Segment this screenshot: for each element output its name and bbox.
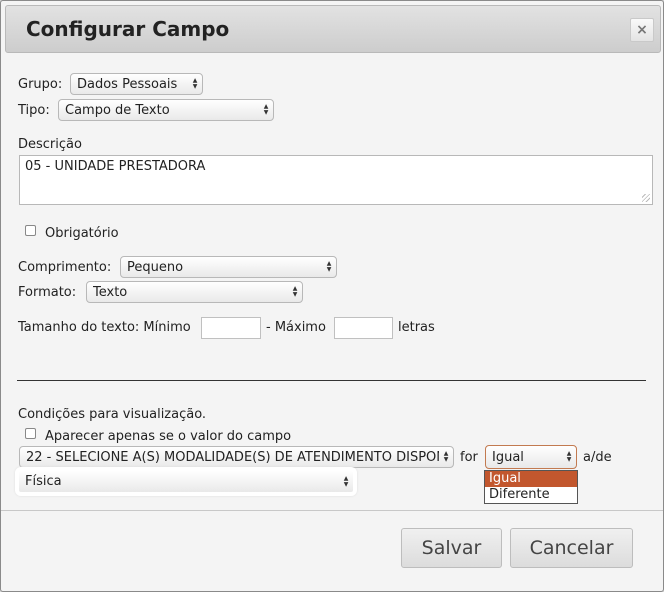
grupo-label: Grupo: bbox=[18, 77, 63, 92]
obrigatorio-label: Obrigatório bbox=[45, 226, 119, 241]
section-divider bbox=[17, 380, 646, 381]
grupo-select[interactable]: Dados Pessoais ▲ ▼ bbox=[70, 73, 203, 95]
operator-dropdown-list: Igual Diferente bbox=[484, 470, 578, 504]
select-arrows-icon: ▲ ▼ bbox=[326, 260, 332, 273]
select-arrows-icon: ▲ ▼ bbox=[343, 474, 349, 488]
maximo-label: - Máximo bbox=[266, 320, 326, 335]
salvar-button[interactable]: Salvar bbox=[401, 528, 502, 568]
comprimento-label: Comprimento: bbox=[18, 260, 112, 275]
tipo-label: Tipo: bbox=[18, 103, 50, 118]
configurar-campo-dialog: Configurar Campo × Grupo: Dados Pessoais… bbox=[0, 0, 664, 592]
tipo-select[interactable]: Campo de Texto ▲ ▼ bbox=[58, 99, 274, 121]
formato-label: Formato: bbox=[18, 285, 77, 300]
for-label: for bbox=[460, 450, 478, 465]
select-arrows-icon: ▲ ▼ bbox=[292, 285, 298, 298]
descricao-label: Descrição bbox=[18, 137, 82, 152]
aparecer-checkbox[interactable] bbox=[25, 428, 36, 439]
obrigatorio-checkbox[interactable] bbox=[25, 225, 36, 236]
descricao-textarea[interactable]: 05 - UNIDADE PRESTADORA bbox=[19, 155, 653, 205]
select-arrows-icon: ▲ ▼ bbox=[566, 450, 572, 463]
letras-label: letras bbox=[398, 320, 435, 335]
operator-option-diferente[interactable]: Diferente bbox=[485, 487, 577, 503]
condicoes-heading: Condições para visualização. bbox=[18, 407, 207, 422]
condition-value-select[interactable]: Física ▲ ▼ bbox=[15, 467, 357, 496]
close-icon: × bbox=[636, 22, 648, 38]
minimo-input[interactable] bbox=[201, 317, 261, 339]
comprimento-select[interactable]: Pequeno ▲ ▼ bbox=[120, 256, 337, 278]
operator-option-igual[interactable]: Igual bbox=[485, 471, 577, 487]
condition-field-select[interactable]: 22 - SELECIONE A(S) MODALIDADE(S) DE ATE… bbox=[19, 446, 454, 468]
select-arrows-icon: ▲ ▼ bbox=[192, 77, 198, 90]
ade-label: a/de bbox=[583, 450, 612, 465]
aparecer-label: Aparecer apenas se o valor do campo bbox=[45, 429, 292, 444]
footer-divider bbox=[1, 510, 663, 511]
tamanho-label: Tamanho do texto: Mínimo bbox=[18, 320, 191, 335]
formato-select[interactable]: Texto ▲ ▼ bbox=[86, 281, 303, 303]
select-arrows-icon: ▲ ▼ bbox=[263, 103, 269, 116]
dialog-titlebar: Configurar Campo × bbox=[5, 5, 661, 53]
maximo-input[interactable] bbox=[334, 317, 393, 339]
close-button[interactable]: × bbox=[630, 18, 654, 42]
dialog-title: Configurar Campo bbox=[26, 17, 230, 41]
resize-grip-icon[interactable] bbox=[642, 194, 650, 202]
operator-select[interactable]: Igual ▲ ▼ bbox=[485, 445, 577, 469]
select-arrows-icon: ▲ ▼ bbox=[443, 450, 449, 463]
cancelar-button[interactable]: Cancelar bbox=[510, 528, 633, 568]
